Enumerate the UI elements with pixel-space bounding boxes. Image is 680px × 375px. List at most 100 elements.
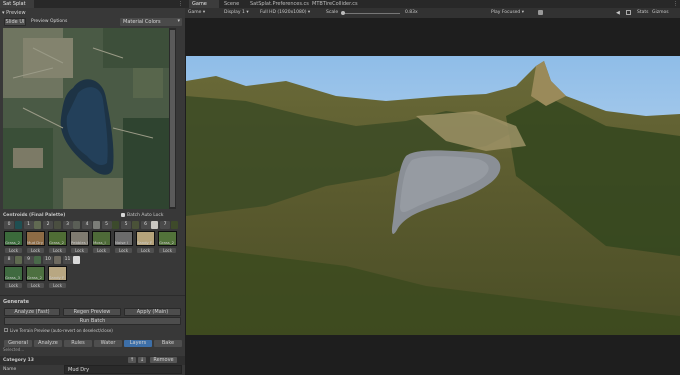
stats-button[interactable]: Stats [637, 10, 649, 15]
name-value: Mud Dry [68, 367, 90, 373]
lock-button[interactable]: Lock [27, 283, 44, 288]
resolution-dropdown[interactable]: Full HD (1920x1080) ▾ [260, 10, 310, 15]
texture-name: Moss_I [93, 240, 106, 245]
scale-label: Scale [326, 10, 339, 15]
texture-name: Pebbles I [71, 240, 89, 245]
swatch-index[interactable]: 8 [4, 256, 14, 264]
lock-button[interactable]: Lock [5, 283, 22, 288]
move-down-button[interactable]: ↓ [138, 357, 146, 363]
tab-sat-splat[interactable]: Sat Splat [0, 0, 34, 8]
color-swatch[interactable] [131, 221, 139, 229]
lock-button[interactable]: Lock [115, 248, 132, 253]
lock-button[interactable]: Lock [159, 248, 176, 253]
chevron-down-icon: ▾ [177, 18, 180, 24]
swatch-index[interactable]: 7 [160, 221, 170, 229]
lock-button[interactable]: Lock [71, 248, 88, 253]
swatch-index[interactable]: 2 [43, 221, 53, 229]
color-swatch[interactable] [112, 221, 119, 229]
lock-button[interactable]: Lock [49, 248, 66, 253]
color-swatch[interactable] [151, 221, 158, 229]
texture-name: Mud Dry [27, 240, 44, 245]
display-value: Display 1 [224, 10, 245, 15]
texture-name: Grass_2 [159, 240, 175, 245]
scale-slider-handle[interactable] [341, 11, 345, 15]
tab-layers[interactable]: Layers [124, 340, 152, 347]
batch-auto-lock-label: Batch Auto Lock [127, 213, 164, 218]
regen-preview-button[interactable]: Regen Preview [63, 308, 121, 316]
material-colors-value: Material Colors [123, 19, 161, 25]
batch-auto-lock-checkbox[interactable] [121, 213, 125, 217]
play-mode-value: Play Focused [491, 10, 521, 15]
apply-main-button[interactable]: Apply (Main) [124, 308, 181, 316]
lock-button[interactable]: Lock [27, 248, 44, 253]
color-swatch[interactable] [73, 221, 80, 229]
tab-scene[interactable]: Scene [221, 0, 245, 8]
color-swatch[interactable] [34, 221, 41, 229]
panel-menu-icon[interactable]: ⋮ [178, 1, 183, 7]
main-menu-icon[interactable]: ⋮ [673, 1, 678, 7]
material-colors-dropdown[interactable]: Material Colors ▾ [120, 18, 182, 26]
scale-slider[interactable] [342, 13, 400, 14]
centroids-title: Centroids (Final Palette) [3, 213, 66, 218]
display-dropdown[interactable]: Display 1 ▾ [224, 10, 249, 15]
swatch-index[interactable]: 0 [4, 221, 14, 229]
swatch-index[interactable]: 4 [82, 221, 92, 229]
tab-analyze[interactable]: Analyze [34, 340, 62, 347]
swatch-index[interactable]: 3 [62, 221, 73, 229]
lock-button[interactable]: Lock [5, 248, 22, 253]
swatch-index[interactable]: 5 [101, 221, 112, 229]
move-up-button[interactable]: ↑ [128, 357, 136, 363]
tab-general[interactable]: General [4, 340, 32, 347]
analyze-button[interactable]: Analyze (Fast) [4, 308, 60, 316]
tab-mtbtirecollider-cs[interactable]: MTBTireCollider.cs [309, 0, 371, 8]
fullscreen-icon[interactable] [626, 10, 631, 15]
tab-bake[interactable]: Bake [154, 340, 182, 347]
swatch-index[interactable]: 11 [62, 256, 73, 264]
texture-name: Grass_2 [5, 240, 21, 245]
selected-label: Selected... [3, 347, 25, 352]
tab-satsplat-preferences-cs[interactable]: SatSplat.Preferences.cs [247, 0, 309, 8]
texture-name: Grass_2 [49, 240, 65, 245]
preview-foldout[interactable]: ▾ Preview [2, 10, 26, 16]
color-swatch[interactable] [92, 221, 100, 229]
color-swatch[interactable] [34, 256, 41, 264]
color-swatch[interactable] [14, 256, 22, 264]
category-label: Category 13 [3, 358, 34, 363]
tab-water[interactable]: Water [94, 340, 122, 347]
gizmos-button[interactable]: Gizmos [652, 10, 669, 15]
generate-header: Generate [3, 299, 30, 305]
swatch-index[interactable]: 10 [43, 256, 53, 264]
remove-button[interactable]: Remove [150, 357, 177, 363]
live-terrain-checkbox[interactable] [4, 328, 8, 332]
lock-button[interactable]: Lock [137, 248, 154, 253]
run-batch-button[interactable]: Run Batch [4, 317, 181, 325]
divider [0, 295, 185, 296]
lock-button[interactable]: Lock [49, 283, 66, 288]
color-swatch[interactable] [14, 221, 22, 229]
tab-rules[interactable]: Rules [64, 340, 92, 347]
swatch-index[interactable]: 1 [23, 221, 34, 229]
preview-header: Preview [6, 10, 26, 16]
tab-game[interactable]: Game [189, 0, 219, 8]
speaker-icon[interactable]: ◀ [616, 10, 620, 16]
camera-icon[interactable] [538, 10, 543, 15]
preview-options-label: Preview Options [31, 19, 68, 24]
satellite-preview-image[interactable] [3, 28, 176, 209]
name-input[interactable]: Mud Dry [64, 365, 182, 374]
game-bottom-bar [186, 335, 680, 375]
lock-button[interactable]: Lock [93, 248, 110, 253]
color-swatch[interactable] [53, 221, 61, 229]
color-swatch[interactable] [73, 256, 80, 264]
swatch-index[interactable]: 5 [121, 221, 131, 229]
color-swatch[interactable] [170, 221, 178, 229]
game-viewport[interactable] [186, 56, 680, 335]
live-terrain-label: Live Terrain Preview (auto-revert on des… [10, 328, 113, 333]
swatch-index[interactable]: 6 [140, 221, 151, 229]
game-mode-dropdown[interactable]: Game ▾ [188, 10, 205, 15]
slide-ui-button[interactable]: Slide UI [4, 18, 26, 26]
swatch-index[interactable]: 9 [23, 256, 34, 264]
resolution-value: Full HD (1920x1080) [260, 10, 307, 15]
play-mode-dropdown[interactable]: Play Focused ▾ [491, 10, 524, 15]
texture-name: Sandy F [49, 275, 65, 280]
color-swatch[interactable] [53, 256, 61, 264]
